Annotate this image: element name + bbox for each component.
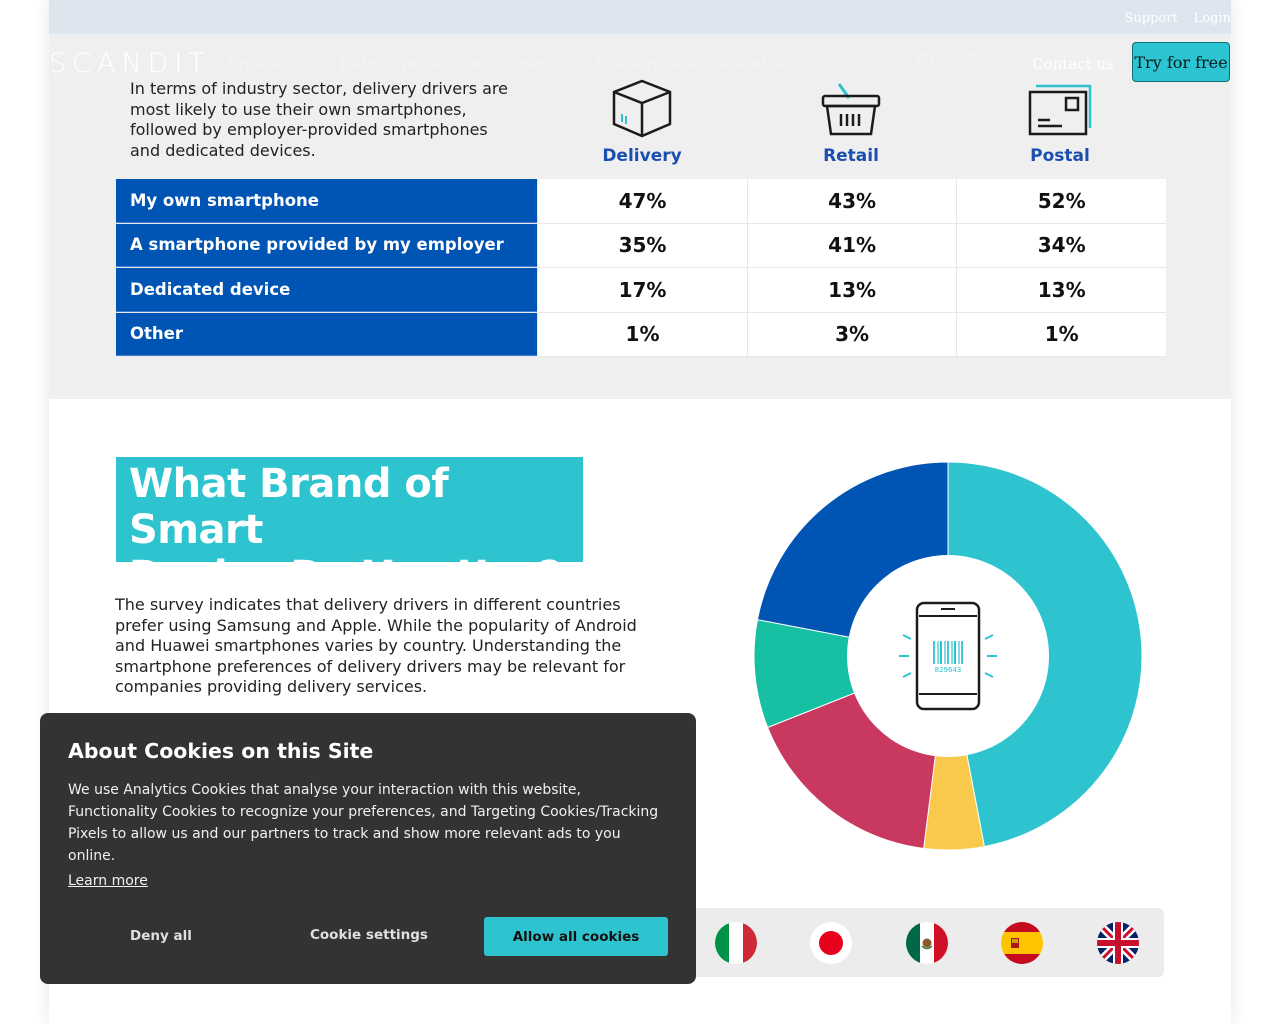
brand-donut-chart: 829643 [753, 461, 1143, 851]
cookie-settings-button[interactable]: Cookie settings [310, 927, 428, 943]
learn-more-link[interactable]: Learn more [68, 873, 148, 889]
brand-headline-box: What Brand of Smart Device Do You Use?† [116, 457, 583, 599]
box-icon [612, 79, 672, 138]
italy-flag[interactable] [714, 921, 758, 965]
login-link[interactable]: Login [1194, 11, 1231, 26]
table-cell: 35% [537, 223, 747, 267]
chevron-down-icon[interactable] [993, 56, 1004, 67]
table-row: A smartphone provided by my employer 35%… [116, 223, 1166, 268]
sector-intro-text: In terms of industry sector, delivery dr… [130, 79, 508, 160]
table-cell: 1% [537, 312, 747, 356]
chevron-down-icon [305, 54, 320, 69]
brand-headline: What Brand of Smart Device Do You Use?† [129, 461, 583, 599]
globe-icon[interactable] [962, 52, 985, 75]
row-label: A smartphone provided by my employer [116, 223, 538, 267]
nav-item-developers[interactable]: Developers [463, 54, 575, 73]
sector-header-delivery: Delivery [582, 78, 702, 166]
allow-all-cookies-button[interactable]: Allow all cookies [484, 917, 668, 956]
sector-label: Retail [823, 146, 879, 166]
row-label: My own smartphone [116, 179, 538, 223]
sector-header-postal: Postal [1000, 78, 1120, 166]
nav-item-products[interactable]: Products [226, 54, 320, 73]
row-label: Dedicated device [116, 268, 538, 312]
headline-line-1: What Brand of Smart [129, 461, 449, 553]
chevron-down-icon [772, 54, 787, 69]
chevron-down-icon [560, 54, 575, 69]
table-cell: 13% [746, 268, 957, 312]
nav-item-label: Products [226, 55, 302, 73]
country-flags-bar [615, 908, 1164, 977]
nav-item-resources[interactable]: Resources [594, 54, 699, 73]
chevron-down-icon [684, 54, 699, 69]
table-row: Dedicated device 17% 13% 13% [116, 268, 1166, 313]
table-cell: 13% [956, 268, 1166, 312]
headline-line-2: Device Do You Use? [129, 553, 562, 599]
support-link[interactable]: Support [1125, 11, 1178, 26]
envelope-icon [1028, 84, 1092, 136]
table-cell: 3% [746, 312, 957, 356]
uk-flag[interactable] [1096, 921, 1140, 965]
nav-menu: Products Industries Developers Resources… [226, 54, 787, 73]
chevron-down-icon [429, 54, 444, 69]
row-label: Other [116, 312, 538, 356]
nav-item-label: Industries [339, 55, 426, 73]
sector-header-retail: Retail [791, 78, 911, 166]
device-usage-table: My own smartphone 47% 43% 52% A smartpho… [116, 179, 1166, 357]
basket-icon [821, 83, 881, 136]
deny-all-button[interactable]: Deny all [130, 928, 192, 944]
table-row: Other 1% 3% 1% [116, 312, 1166, 357]
table-cell: 1% [956, 312, 1166, 356]
japan-flag[interactable] [809, 921, 853, 965]
scandit-logo[interactable]: SCANDIT [49, 48, 211, 79]
cookie-text: We use Analytics Cookies that analyse yo… [68, 782, 659, 864]
search-icon[interactable] [917, 52, 939, 74]
spain-flag[interactable] [1000, 921, 1044, 965]
sector-label: Delivery [602, 146, 682, 166]
table-cell: 47% [537, 179, 747, 223]
try-for-free-button[interactable]: Try for free [1132, 42, 1230, 82]
cookie-banner: About Cookies on this Site We use Analyt… [40, 713, 696, 984]
dagger-mark: † [561, 568, 571, 592]
nav-item-label: Developers [463, 55, 557, 73]
nav-item-label: About [718, 55, 769, 73]
top-links: Support Login [1125, 11, 1232, 26]
mexico-flag[interactable] [905, 921, 949, 965]
barcode-number: 829643 [935, 666, 962, 674]
table-cell: 34% [956, 223, 1166, 267]
sector-label: Postal [1030, 146, 1090, 166]
table-cell: 43% [746, 179, 957, 223]
nav-item-label: Resources [594, 55, 681, 73]
table-cell: 17% [537, 268, 747, 312]
nav-item-about[interactable]: About [718, 54, 787, 73]
table-row: My own smartphone 47% 43% 52% [116, 179, 1166, 224]
brand-body-text: The survey indicates that delivery drive… [115, 595, 637, 696]
top-bar: Support Login [49, 0, 1231, 34]
table-cell: 52% [956, 179, 1166, 223]
nav-item-industries[interactable]: Industries [339, 54, 444, 73]
cookie-title: About Cookies on this Site [68, 739, 374, 763]
table-cell: 41% [746, 223, 957, 267]
